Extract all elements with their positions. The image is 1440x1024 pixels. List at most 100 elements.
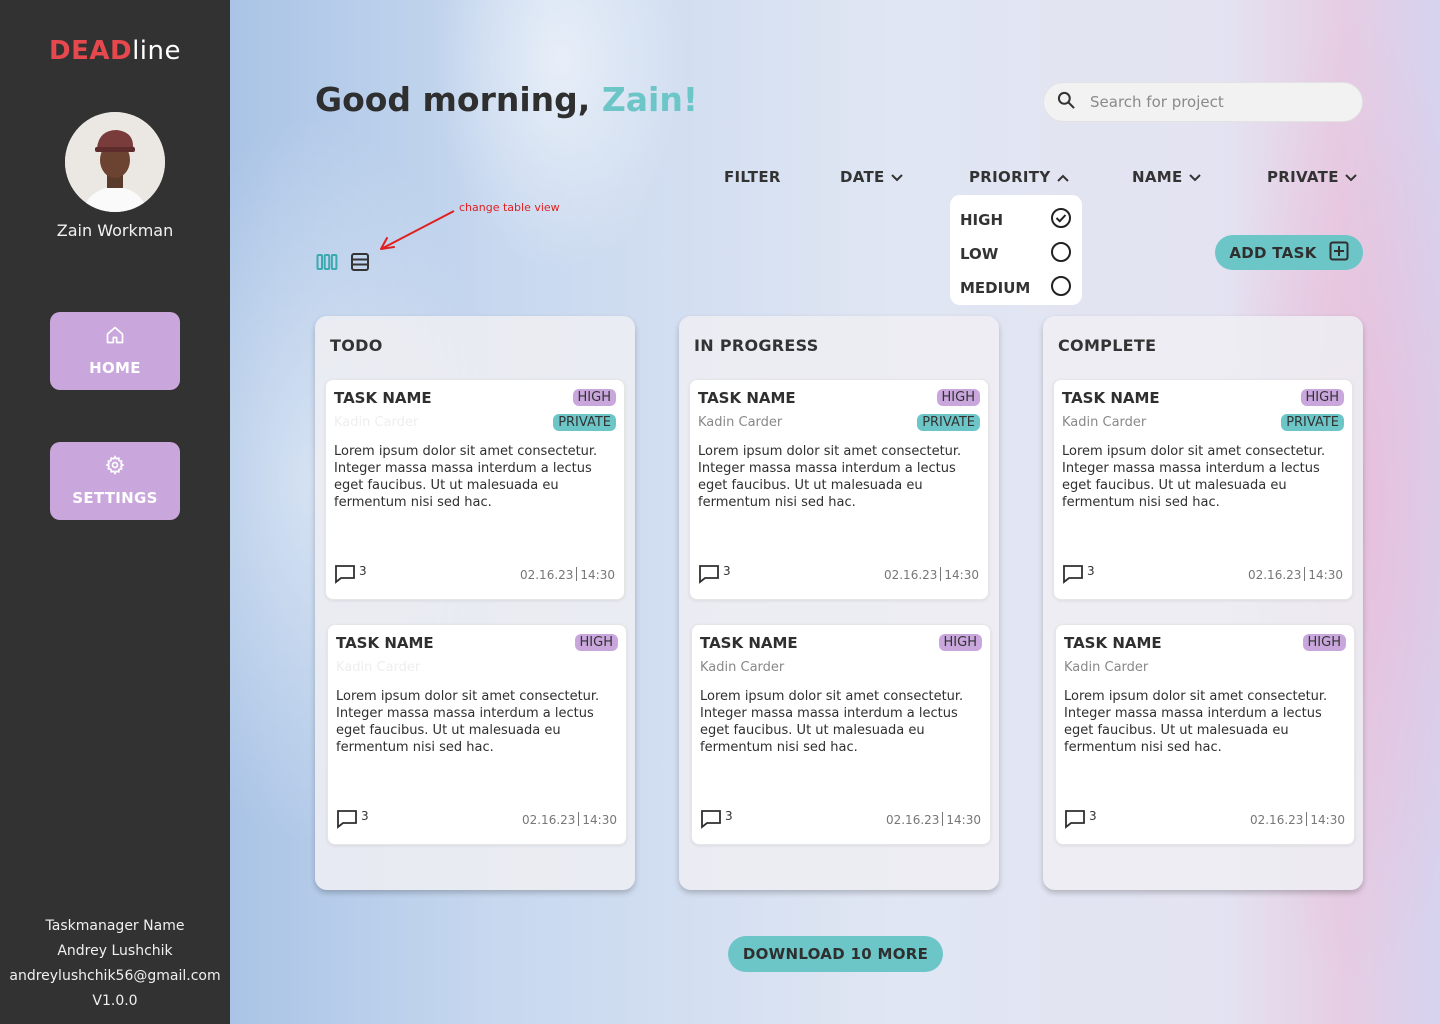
comment-icon [336, 809, 358, 832]
task-card[interactable]: TASK NAME HIGH Kadin Carder Lorem ipsum … [691, 624, 991, 845]
task-description: Lorem ipsum dolor sit amet consectetur. … [700, 689, 964, 755]
priority-option-label: HIGH [960, 211, 1004, 229]
filter-button[interactable]: FILTER [724, 168, 781, 186]
comment-icon [1064, 809, 1086, 832]
comments-button[interactable]: 3 [1064, 809, 1097, 832]
task-date: 02.16.23 [1247, 568, 1302, 582]
task-date: 02.16.23 [521, 813, 576, 827]
footer-app-name: Taskmanager Name [45, 918, 185, 934]
nav-settings-label: SETTINGS [72, 489, 158, 507]
task-author: Kadin Carder [334, 415, 419, 430]
comments-button[interactable]: 3 [1062, 564, 1095, 587]
comments-button[interactable]: 3 [700, 809, 733, 832]
task-title: TASK NAME [698, 389, 796, 407]
priority-badge: HIGH [1300, 389, 1344, 406]
task-time: 14:30 [582, 813, 617, 827]
footer-email[interactable]: andreylushchik56@gmail.com [0, 964, 230, 989]
task-title: TASK NAME [1062, 389, 1160, 407]
avatar-image [65, 112, 165, 212]
page-greeting: Good morning, Zain! [315, 80, 698, 119]
task-card[interactable]: TASK NAME HIGH Kadin Carder Lorem ipsum … [1055, 624, 1355, 845]
check-circle-icon[interactable] [1050, 207, 1072, 233]
task-date: 02.16.23 [885, 813, 940, 827]
user-name: Zain Workman [56, 221, 174, 240]
task-description: Lorem ipsum dolor sit amet consectetur. … [334, 444, 598, 510]
task-description: Lorem ipsum dolor sit amet consectetur. … [336, 689, 600, 755]
task-card[interactable]: TASK NAME HIGH PRIVATE Kadin Carder Lore… [1053, 379, 1353, 600]
priority-option-label: MEDIUM [960, 279, 1031, 297]
priority-dropdown: HIGH LOW MEDIUM [950, 195, 1082, 305]
avatar[interactable] [65, 112, 165, 212]
task-time: 14:30 [946, 813, 981, 827]
name-sort-button[interactable]: NAME [1132, 168, 1201, 186]
chevron-down-icon [1345, 168, 1357, 186]
radio-circle-icon[interactable] [1050, 241, 1072, 267]
task-author: Kadin Carder [1064, 660, 1149, 675]
task-time: 14:30 [1308, 568, 1343, 582]
comment-icon [1062, 564, 1084, 587]
search-input[interactable] [1090, 93, 1330, 111]
task-datetime: 02.16.23 14:30 [1248, 567, 1343, 582]
task-author: Kadin Carder [1062, 415, 1147, 430]
priority-option-medium[interactable]: MEDIUM [960, 271, 1072, 305]
task-time: 14:30 [1310, 813, 1345, 827]
task-datetime: 02.16.23 14:30 [884, 567, 979, 582]
task-card[interactable]: TASK NAME HIGH PRIVATE Kadin Carder Lore… [689, 379, 989, 600]
comment-icon [698, 564, 720, 587]
comments-button[interactable]: 3 [334, 564, 367, 587]
annotation-arrow-icon [380, 210, 455, 250]
search-icon[interactable] [1056, 90, 1076, 114]
task-card[interactable]: TASK NAME HIGH PRIVATE Kadin Carder Lore… [325, 379, 625, 600]
comments-button[interactable]: 3 [698, 564, 731, 587]
priority-sort-button[interactable]: PRIORITY [969, 168, 1069, 186]
nav-home-button[interactable]: HOME [50, 312, 180, 390]
comments-button[interactable]: 3 [336, 809, 369, 832]
date-sort-button[interactable]: DATE [840, 168, 903, 186]
search-box[interactable] [1043, 82, 1363, 122]
task-date: 02.16.23 [883, 568, 938, 582]
column-title: COMPLETE [1058, 336, 1157, 355]
comment-icon [334, 564, 356, 587]
footer-author: Andrey Lushchik [57, 943, 173, 959]
priority-option-high[interactable]: HIGH [960, 203, 1072, 237]
column-todo: TODO TASK NAME HIGH PRIVATE Kadin Carder… [315, 316, 635, 890]
gear-icon [105, 455, 125, 479]
date-separator [940, 567, 942, 581]
rows-view-icon[interactable] [350, 252, 370, 276]
comment-icon [700, 809, 722, 832]
column-title: IN PROGRESS [694, 336, 819, 355]
view-toggle [316, 252, 370, 276]
comment-count: 3 [359, 564, 367, 578]
nav-settings-button[interactable]: SETTINGS [50, 442, 180, 520]
add-task-label: ADD TASK [1229, 243, 1317, 262]
date-sort-label: DATE [840, 168, 885, 186]
add-task-button[interactable]: ADD TASK [1215, 235, 1363, 270]
task-description: Lorem ipsum dolor sit amet consectetur. … [1062, 444, 1326, 510]
task-description: Lorem ipsum dolor sit amet consectetur. … [698, 444, 962, 510]
private-sort-button[interactable]: PRIVATE [1267, 168, 1357, 186]
name-sort-label: NAME [1132, 168, 1183, 186]
greeting-user-name: Zain! [601, 80, 698, 119]
column-in-progress: IN PROGRESS TASK NAME HIGH PRIVATE Kadin… [679, 316, 999, 890]
comment-count: 3 [1089, 809, 1097, 823]
task-card[interactable]: TASK NAME HIGH Kadin Carder Lorem ipsum … [327, 624, 627, 845]
priority-option-low[interactable]: LOW [960, 237, 1072, 271]
private-sort-label: PRIVATE [1267, 168, 1339, 186]
column-title: TODO [330, 336, 383, 355]
date-separator [1306, 812, 1308, 826]
logo-line: line [132, 36, 181, 66]
task-datetime: 02.16.23 14:30 [520, 567, 615, 582]
task-date: 02.16.23 [519, 568, 574, 582]
task-datetime: 02.16.23 14:30 [522, 812, 617, 827]
app-logo[interactable]: DEADline [0, 36, 230, 66]
task-author: Kadin Carder [700, 660, 785, 675]
column-complete: COMPLETE TASK NAME HIGH PRIVATE Kadin Ca… [1043, 316, 1363, 890]
task-author: Kadin Carder [336, 660, 421, 675]
date-separator [578, 812, 580, 826]
task-title: TASK NAME [700, 634, 798, 652]
filter-label: FILTER [724, 168, 781, 186]
nav-home-label: HOME [89, 359, 141, 377]
radio-circle-icon[interactable] [1050, 275, 1072, 301]
columns-view-icon[interactable] [316, 252, 338, 276]
download-more-button[interactable]: DOWNLOAD 10 MORE [728, 936, 943, 972]
